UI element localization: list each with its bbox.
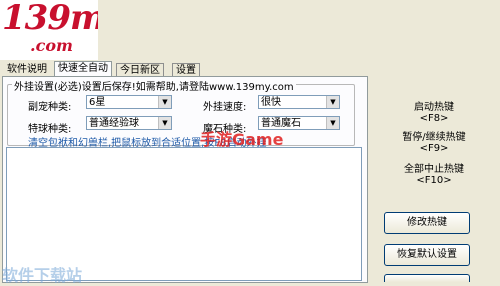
pause-hotkey: 暂停/继续热键 <F9> xyxy=(370,128,498,154)
speed-label: 外挂速度: xyxy=(203,102,247,113)
speed-select[interactable]: 很快 ▼ xyxy=(258,95,340,109)
stop-hotkey-label: 全部中止热键 xyxy=(404,164,464,175)
log-textarea[interactable] xyxy=(6,147,362,281)
groupbox-title: 外挂设置(必选)设置后保存!如需帮助,请登陆www.139my.com xyxy=(12,78,296,93)
pause-hotkey-key: <F9> xyxy=(419,143,449,154)
pause-hotkey-label: 暂停/继续热键 xyxy=(402,132,466,143)
tab-today-server[interactable]: 今日新区 xyxy=(116,63,164,77)
stop-hotkey: 全部中止热键 <F10> xyxy=(370,160,498,186)
watermark: 手游Game xyxy=(200,130,284,149)
chevron-down-icon[interactable]: ▼ xyxy=(158,96,171,108)
chevron-down-icon[interactable]: ▼ xyxy=(326,117,339,129)
chevron-down-icon[interactable]: ▼ xyxy=(158,117,171,129)
chevron-down-icon[interactable]: ▼ xyxy=(326,96,339,108)
bottom-watermark-logo: 软件下载站 xyxy=(2,266,83,285)
pet-type-select[interactable]: 6星 ▼ xyxy=(86,95,172,109)
logo: 139my .com xyxy=(0,0,125,60)
ball-type-label: 特球种类: xyxy=(28,124,72,135)
ball-type-value: 普通经验球 xyxy=(89,118,139,129)
tab-software-info[interactable]: 软件说明 xyxy=(4,63,50,76)
ball-type-select[interactable]: 普通经验球 ▼ xyxy=(86,116,172,130)
start-hotkey-label: 启动热键 xyxy=(414,102,454,113)
start-hotkey: 启动热键 <F8> xyxy=(370,98,498,124)
stop-hotkey-key: <F10> xyxy=(416,175,452,186)
speed-value: 很快 xyxy=(261,97,281,108)
pet-type-value: 6星 xyxy=(89,97,106,108)
restore-defaults-button[interactable]: 恢复默认设置 xyxy=(384,244,470,266)
pet-type-label: 副宠种类: xyxy=(28,102,72,113)
tab-settings[interactable]: 设置 xyxy=(172,63,200,77)
logo-sub-text: .com xyxy=(30,36,73,55)
modify-hotkey-button[interactable]: 修改热键 xyxy=(384,212,470,234)
start-hotkey-key: <F8> xyxy=(419,113,449,124)
top-bar xyxy=(98,0,500,58)
